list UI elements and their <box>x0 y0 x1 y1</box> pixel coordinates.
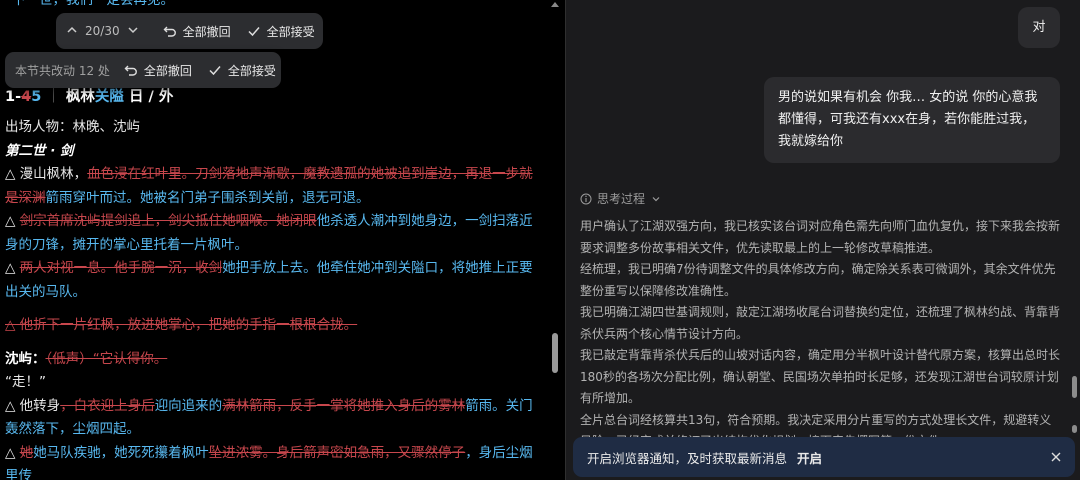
notification-text: 开启浏览器通知，及时获取最新消息 <box>587 450 788 466</box>
scene-heading: 1-45 ｜ 枫林关隘 日 / 外 <box>5 86 545 110</box>
paragraph-6: △ 她她马队疾驰，她死死攥着枫叶坠进浓雾。身后箭声密如急雨，又骤然停子，身后尘烟… <box>5 442 545 480</box>
browser-notification-banner: 开启浏览器通知，及时获取最新消息 开启 <box>573 437 1075 477</box>
close-icon[interactable] <box>1049 450 1063 464</box>
user-message-1: 对 <box>1018 7 1060 48</box>
scene-separator: ｜ <box>46 88 61 105</box>
speaker-name: 沈屿： <box>5 350 46 367</box>
chat-scrollbar-marker <box>1072 425 1077 433</box>
scene-title-inserted: 关隘 <box>94 88 124 105</box>
speech-inserted: “走！” <box>5 374 46 390</box>
accept-all-button[interactable]: 全部接受 <box>247 23 315 40</box>
p4-deleted: △ 他折下一片红枫，放进她掌心，把她的手指一根根合拢。 <box>5 317 358 333</box>
editor-scrollbar-thumb[interactable] <box>552 333 558 373</box>
change-summary: 本节共改动 12 处 <box>15 63 110 78</box>
section-changes-toolbar: 本节共改动 12 处 全部撤回 全部接受 <box>5 52 281 88</box>
section-accept-all-button[interactable]: 全部接受 <box>208 62 276 79</box>
check-icon <box>248 27 260 37</box>
reasoning-paragraph: 用户确认了江湖双强方向，我已核实该台词对应角色需先向师门血仇复仇，接下来我会按新… <box>580 219 1061 255</box>
editor-scrollbar[interactable] <box>550 0 560 480</box>
undo-icon <box>124 65 137 76</box>
p5-inserted-1: 迎向追来的 <box>154 397 223 414</box>
change-navigator-toolbar: 20/30 全部撤回 全部接受 <box>56 13 323 49</box>
p2-text: △ <box>5 213 20 229</box>
p5-deleted-2: 满林箭雨，反手一掌将她推入身后的雾林 <box>222 397 466 414</box>
scene-number-deleted: 4 <box>21 88 32 105</box>
paragraph-3: △ 两人对视一息。他手腕一沉，收剑她把手放上去。他牵住她冲到关隘口，将她推上正要… <box>5 257 545 304</box>
paragraph-2: △ 剑宗首席沈屿提剑追上，剑尖抵住她咽喉。她闭眼他杀透人潮冲到她身边，一剑扫落近… <box>5 210 545 257</box>
p2-deleted: 剑宗首席沈屿提剑追上，剑尖抵住她咽喉。她闭眼 <box>19 213 317 229</box>
scene-title-a: 枫林 <box>65 88 95 105</box>
enable-notifications-link[interactable]: 开启 <box>797 448 822 467</box>
chat-scrollbar-thumb[interactable] <box>1072 376 1077 398</box>
reasoning-text: 用户确认了江湖双强方向，我已核实该台词对应角色需先向师门血仇复仇，接下来我会按新… <box>580 216 1060 453</box>
p6-deleted-1: 她 <box>19 444 34 461</box>
check-icon <box>209 66 221 76</box>
user-message-2: 男的说如果有机会 你我… 女的说 你的心意我都懂得，可我还有xxx在身，若你能胜… <box>764 77 1060 163</box>
change-counter-group: 20/30 <box>66 24 139 39</box>
p3-deleted: 两人对视一息。他手腕一沉，收剑 <box>19 260 223 276</box>
chat-panel[interactable]: 对 男的说如果有机会 你我… 女的说 你的心意我都懂得，可我还有xxx在身，若你… <box>566 0 1080 480</box>
p5-text: △ 他转身 <box>5 397 61 414</box>
cast-line: 出场人物：林晚、沈屿 <box>5 119 140 135</box>
thinking-label: 思考过程 <box>597 192 646 206</box>
scene-title-b: 日 / 外 <box>123 88 174 105</box>
p5-deleted-1: ，白衣迎上身后 <box>60 397 155 414</box>
reasoning-paragraph: 我已敲定背靠背杀伏兵后的山坡对话内容，确定用分半枫叶设计替代原方案，核算出总时长… <box>580 348 1061 405</box>
chevron-up-icon[interactable] <box>66 24 78 39</box>
p6-inserted-1: 她马队疾驰，她死死攥着枫叶 <box>33 444 209 461</box>
paragraph-1: △ 漫山枫林，血色浸在红叶里。刀剑落地声渐歇，魔教遗孤的她被追到崖边，再退一步就… <box>5 163 545 210</box>
paragraph-5: △ 他转身，白衣迎上身后迎向追来的满林箭雨，反手一掌将她推入身后的雾林箭雨。关门… <box>5 395 545 442</box>
speech-deleted: （低声）“它认得你。 <box>45 350 168 367</box>
undo-icon <box>163 26 176 37</box>
p6-deleted-2: 坠进浓雾。身后箭声密如急雨，又骤然停子 <box>208 444 466 461</box>
script-editor[interactable]: “下一世，我们一定会再见。” 1-45 ｜ 枫林关隘 日 / 外 出场人物：林晚… <box>0 0 565 480</box>
p1-text: △ 漫山枫林， <box>5 166 88 182</box>
revert-all-button[interactable]: 全部撤回 <box>163 23 231 40</box>
section-revert-label: 全部撤回 <box>143 63 192 78</box>
p6-text: △ <box>5 444 20 461</box>
chevron-down-icon[interactable] <box>127 24 139 39</box>
scene-number-inserted: 5 <box>31 88 42 105</box>
accept-all-label: 全部接受 <box>266 24 315 39</box>
revert-all-label: 全部撤回 <box>182 24 231 39</box>
chevron-down-icon <box>652 196 660 201</box>
reasoning-paragraph: 我已明确江湖四世基调规则，敲定江湖场收尾台词替换约定位，还梳理了枫林约战、背靠背… <box>580 305 1061 341</box>
section-revert-all-button[interactable]: 全部撤回 <box>124 62 192 79</box>
section-accept-label: 全部接受 <box>227 63 276 78</box>
scroll-up-arrow-icon[interactable] <box>551 2 559 7</box>
info-icon <box>580 193 592 204</box>
reasoning-paragraph: 经梳理，我已明确7份待调整文件的具体修改方向，确定除关系表可微调外，其余文件优先… <box>580 262 1056 298</box>
paragraph-4: △ 他折下一片红枫，放进她掌心，把她的手指一根根合拢。 <box>5 314 545 338</box>
p1-inserted: 箭雨穿叶而过。她被名门弟子围杀到关前，退无可退。 <box>45 189 370 206</box>
scene-number-prefix: 1- <box>5 88 22 105</box>
section-heading: 第二世 · 剑 <box>5 142 74 159</box>
thinking-toggle[interactable]: 思考过程 <box>580 190 662 207</box>
p3-text: △ <box>5 260 20 276</box>
top-fragment: “下一世，我们一定会再见。” <box>5 0 175 8</box>
dialogue-line: 沈屿：（低声）“它认得你。 <box>5 348 545 372</box>
change-counter: 20/30 <box>85 24 120 38</box>
